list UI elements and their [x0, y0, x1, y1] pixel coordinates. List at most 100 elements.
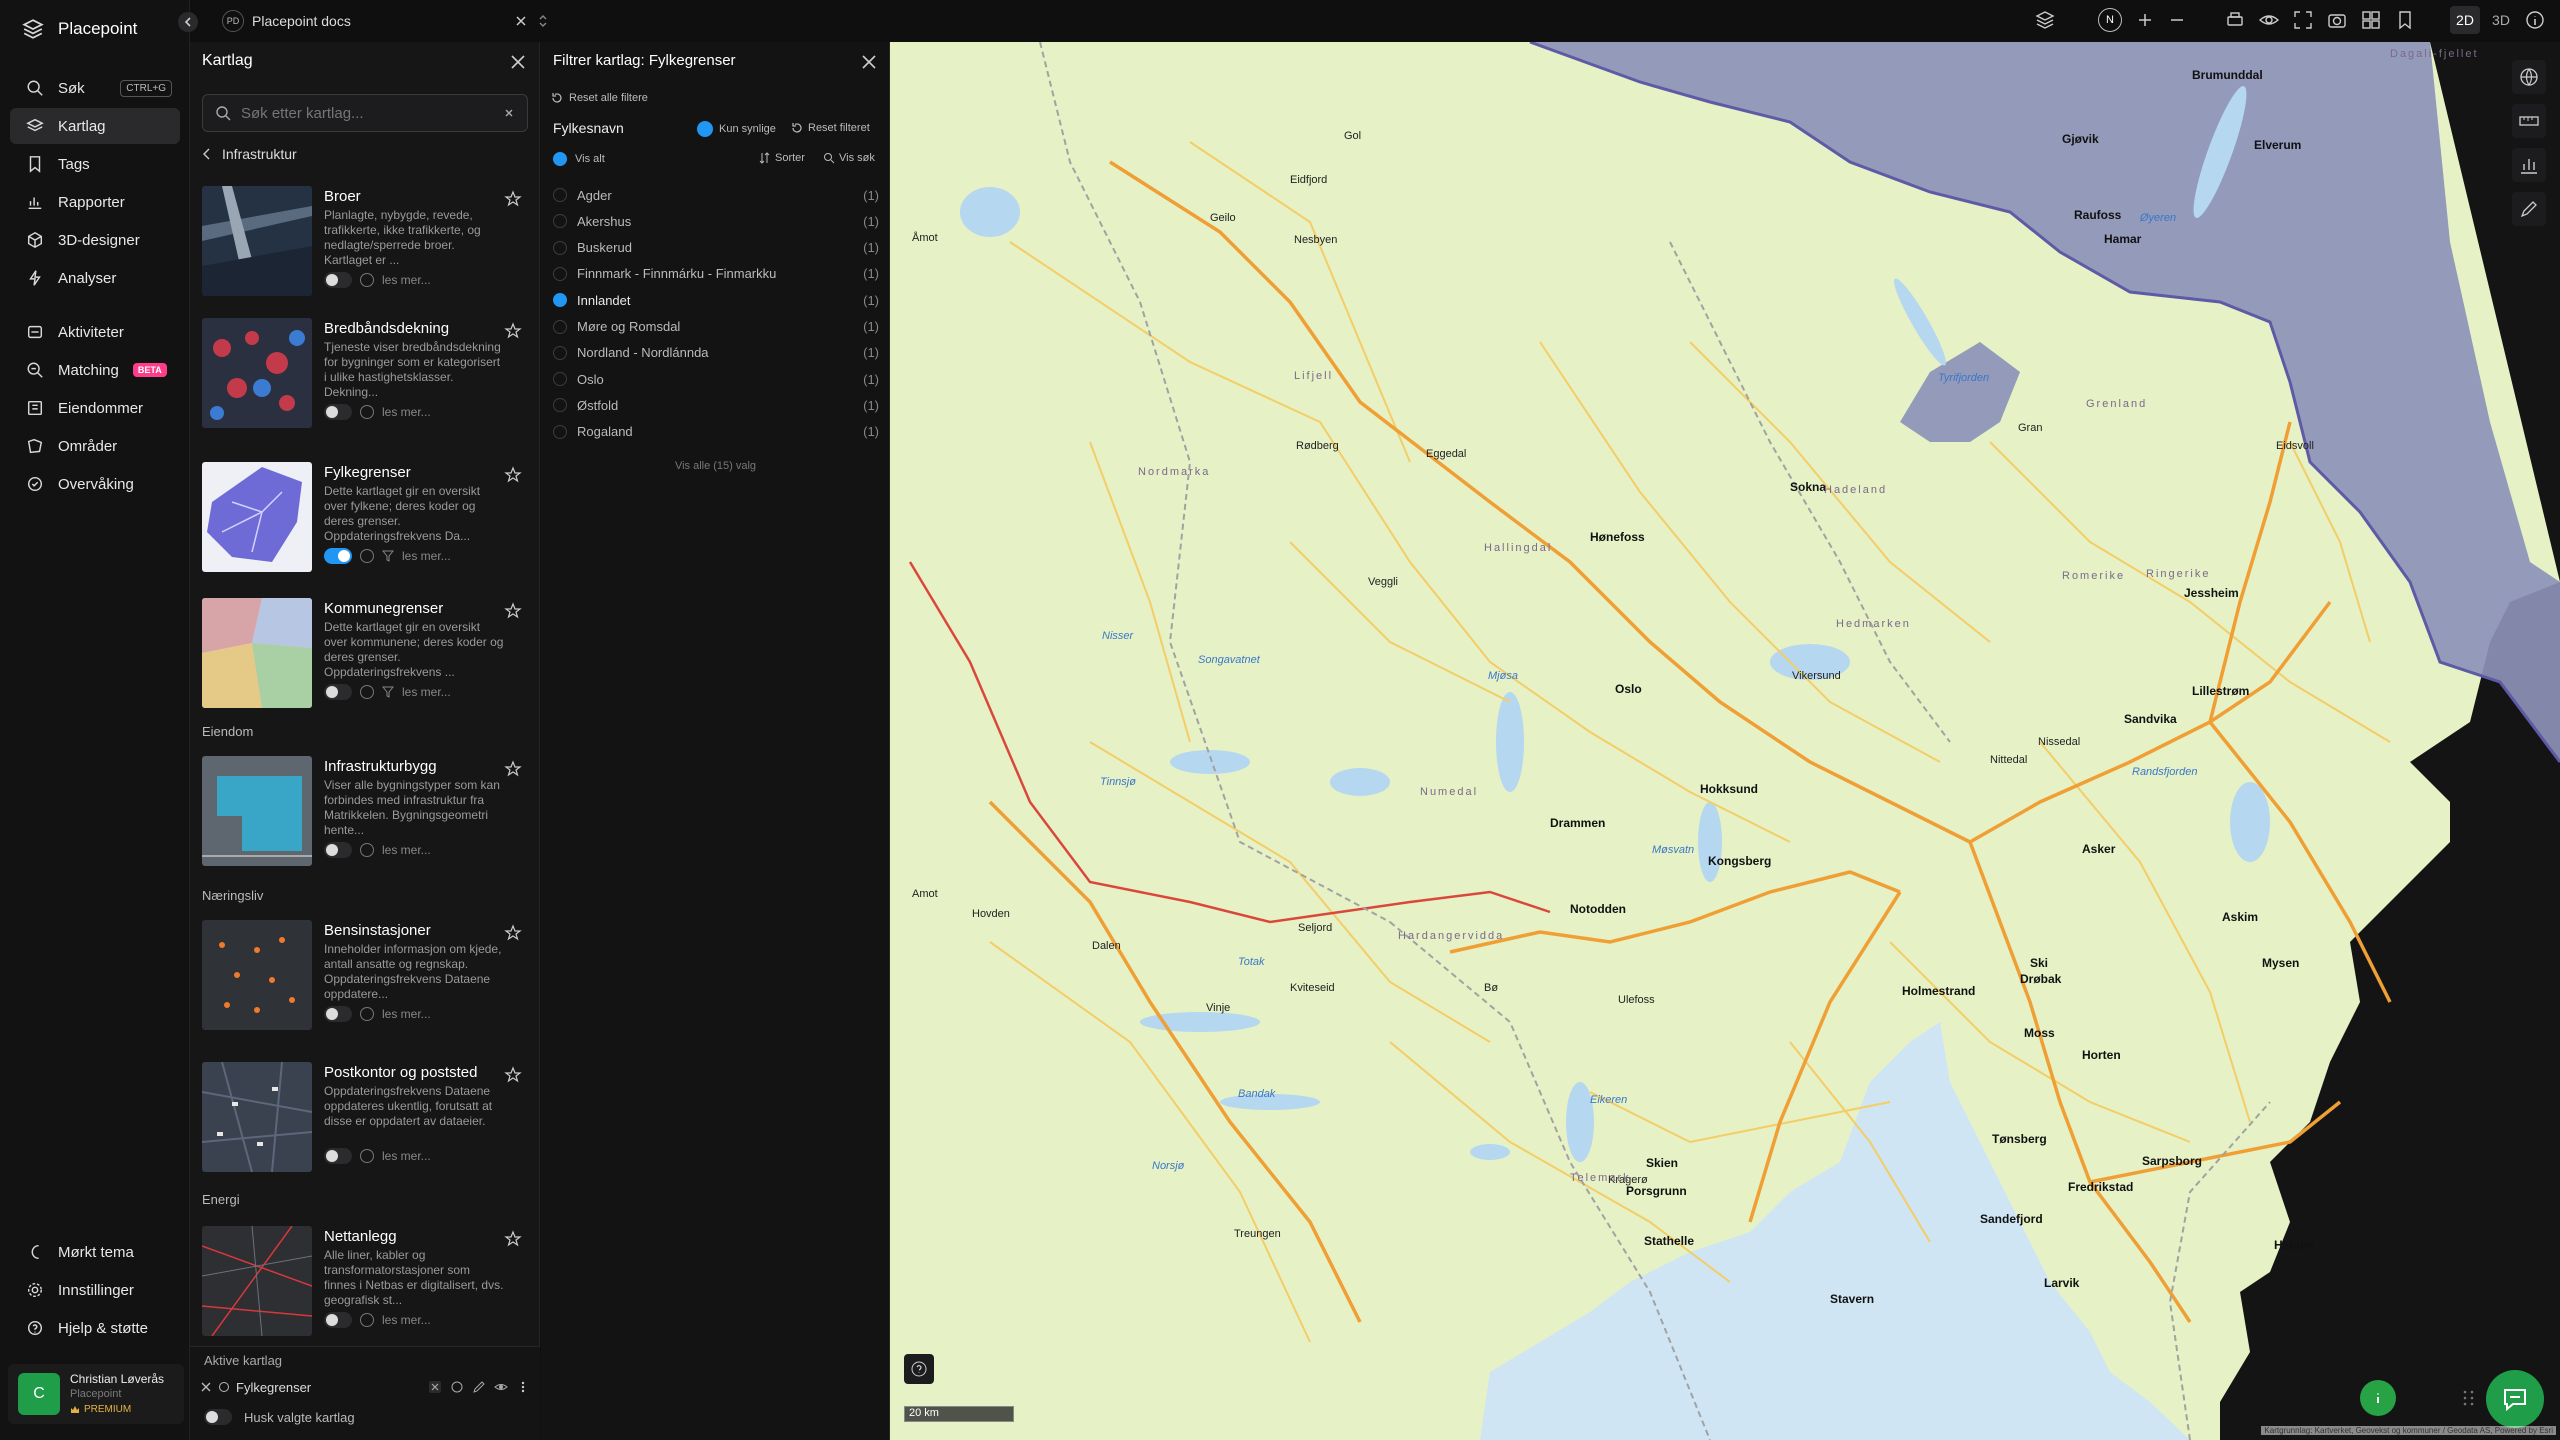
filter-option[interactable]: Nordland - Nordlánnda (1): [553, 340, 879, 366]
close-icon[interactable]: [857, 50, 881, 74]
info-icon[interactable]: [360, 405, 374, 419]
map-canvas[interactable]: [890, 42, 2560, 1440]
reset-filter-button[interactable]: Reset filteret: [791, 122, 870, 134]
chat-button[interactable]: [2486, 1370, 2544, 1428]
layer-card-infrastrukturbygg[interactable]: Infrastrukturbygg Viser alle bygningstyp…: [202, 756, 528, 868]
reset-all-filters-button[interactable]: Reset alle filtere: [551, 92, 648, 104]
read-more-link[interactable]: les mer...: [382, 273, 431, 287]
drag-handle-icon[interactable]: [2462, 1388, 2476, 1408]
compass-button[interactable]: N: [2098, 8, 2122, 32]
read-more-link[interactable]: les mer...: [382, 843, 431, 857]
info-icon[interactable]: [360, 1313, 374, 1327]
filter-option[interactable]: Finnmark - Finnmárku - Finmarkku (1): [553, 261, 879, 287]
close-icon[interactable]: [514, 14, 528, 28]
collapse-nav-button[interactable]: [178, 12, 198, 32]
edit-icon[interactable]: [472, 1380, 486, 1394]
filter-option-checkbox[interactable]: [553, 293, 567, 308]
filter-option-checkbox[interactable]: [553, 240, 567, 255]
filter-option[interactable]: Møre og Romsdal (1): [553, 314, 879, 340]
nav-help[interactable]: Hjelp & støtte: [10, 1310, 180, 1346]
camera-icon[interactable]: [2326, 9, 2348, 31]
star-icon[interactable]: [504, 322, 522, 340]
filter-option[interactable]: Innlandet (1): [553, 287, 879, 313]
layer-toggle[interactable]: [324, 548, 352, 564]
info-icon[interactable]: [360, 843, 374, 857]
filter-icon[interactable]: [382, 686, 394, 698]
nav-dark-theme[interactable]: Mørkt tema: [10, 1234, 180, 1270]
read-more-link[interactable]: les mer...: [402, 685, 451, 699]
layer-card-nettanlegg[interactable]: Nettanlegg Alle liner, kabler og transfo…: [202, 1226, 528, 1338]
filter-option-checkbox[interactable]: [553, 398, 567, 413]
eye-icon[interactable]: [494, 1380, 508, 1394]
filter-option-checkbox[interactable]: [553, 424, 567, 439]
nav-item-overvaking[interactable]: Overvåking: [10, 466, 180, 502]
layer-card-bensinstasjoner[interactable]: Bensinstasjoner Inneholder informasjon o…: [202, 920, 528, 1032]
star-icon[interactable]: [504, 190, 522, 208]
layer-search-input[interactable]: [241, 104, 481, 122]
filter-option[interactable]: Østfold (1): [553, 392, 879, 418]
eye-icon[interactable]: [2258, 9, 2280, 31]
nav-search[interactable]: Søk CTRL+G: [10, 70, 180, 106]
layer-toggle[interactable]: [324, 404, 352, 420]
view-3d-button[interactable]: 3D: [2486, 6, 2516, 34]
bookmark-icon[interactable]: [2394, 9, 2416, 31]
nav-item-kartlag[interactable]: Kartlag: [10, 108, 180, 144]
layer-card-postkontor[interactable]: Postkontor og poststed Oppdateringsfrekv…: [202, 1062, 528, 1174]
star-icon[interactable]: [504, 466, 522, 484]
map-help-button[interactable]: [904, 1354, 934, 1384]
nav-item-eiendommer[interactable]: Eiendommer: [10, 390, 180, 426]
info-icon[interactable]: [360, 1007, 374, 1021]
remember-layers-toggle[interactable]: [204, 1409, 232, 1425]
nav-item-matching[interactable]: Matching BETA: [10, 352, 180, 388]
filter-search-button[interactable]: Vis søk: [823, 152, 875, 164]
nav-item-analyser[interactable]: Analyser: [10, 260, 180, 296]
show-all-checkbox[interactable]: [553, 152, 567, 166]
info-icon[interactable]: [2524, 9, 2546, 31]
clear-icon[interactable]: [503, 107, 515, 119]
info-icon[interactable]: [360, 549, 374, 563]
read-more-link[interactable]: les mer...: [382, 1149, 431, 1163]
grid-icon[interactable]: [2360, 9, 2382, 31]
nav-item-3d-designer[interactable]: 3D-designer: [10, 222, 180, 258]
remove-icon[interactable]: [200, 1381, 212, 1393]
read-more-link[interactable]: les mer...: [382, 1007, 431, 1021]
map-tool-draw[interactable]: [2512, 192, 2546, 226]
layer-card-fylkegrenser[interactable]: Fylkegrenser Dette kartlaget gir en over…: [202, 462, 528, 574]
star-icon[interactable]: [504, 760, 522, 778]
star-icon[interactable]: [504, 602, 522, 620]
layers-stack-icon[interactable]: [2034, 9, 2056, 31]
filter-option-checkbox[interactable]: [553, 372, 567, 387]
layer-toggle[interactable]: [324, 272, 352, 288]
layer-toggle[interactable]: [324, 684, 352, 700]
more-vertical-icon[interactable]: [516, 1380, 530, 1394]
only-visible-option[interactable]: Kun synlige: [697, 121, 776, 137]
close-icon[interactable]: [506, 50, 530, 74]
filter-option-checkbox[interactable]: [553, 345, 567, 360]
layer-card-broer[interactable]: Broer Planlagte, nybygde, revede, trafik…: [202, 186, 528, 298]
clear-filter-icon[interactable]: [428, 1380, 442, 1394]
chevron-updown-icon[interactable]: [536, 14, 550, 28]
layer-toggle[interactable]: [324, 1148, 352, 1164]
map-view[interactable]: Oslo Drammen Hønefoss Lillestrøm Jessheim Mos…: [890, 42, 2560, 1440]
nav-item-tags[interactable]: Tags: [10, 146, 180, 182]
zoom-in-icon[interactable]: [2134, 9, 2156, 31]
layer-toggle[interactable]: [324, 1006, 352, 1022]
layer-card-kommunegrenser[interactable]: Kommunegrenser Dette kartlaget gir en ov…: [202, 598, 528, 710]
layer-toggle[interactable]: [324, 842, 352, 858]
info-icon[interactable]: [360, 1149, 374, 1163]
star-icon[interactable]: [504, 924, 522, 942]
filter-option[interactable]: Buskerud (1): [553, 235, 879, 261]
sort-button[interactable]: Sorter: [759, 152, 805, 164]
filter-option[interactable]: Akershus (1): [553, 208, 879, 234]
user-card[interactable]: C Christian Løverås Placepoint PREMIUM: [8, 1364, 184, 1424]
style-icon[interactable]: [450, 1380, 464, 1394]
map-tool-statistics[interactable]: [2512, 148, 2546, 182]
map-tool-measure[interactable]: [2512, 104, 2546, 138]
layer-search-field[interactable]: [202, 94, 528, 132]
show-all-option[interactable]: Vis alt: [553, 152, 605, 166]
star-icon[interactable]: [504, 1066, 522, 1084]
nav-item-omrader[interactable]: Områder: [10, 428, 180, 464]
filter-icon[interactable]: [382, 550, 394, 562]
map-tool-basemap[interactable]: [2512, 60, 2546, 94]
active-layer-row[interactable]: Fylkegrenser: [200, 1375, 530, 1399]
